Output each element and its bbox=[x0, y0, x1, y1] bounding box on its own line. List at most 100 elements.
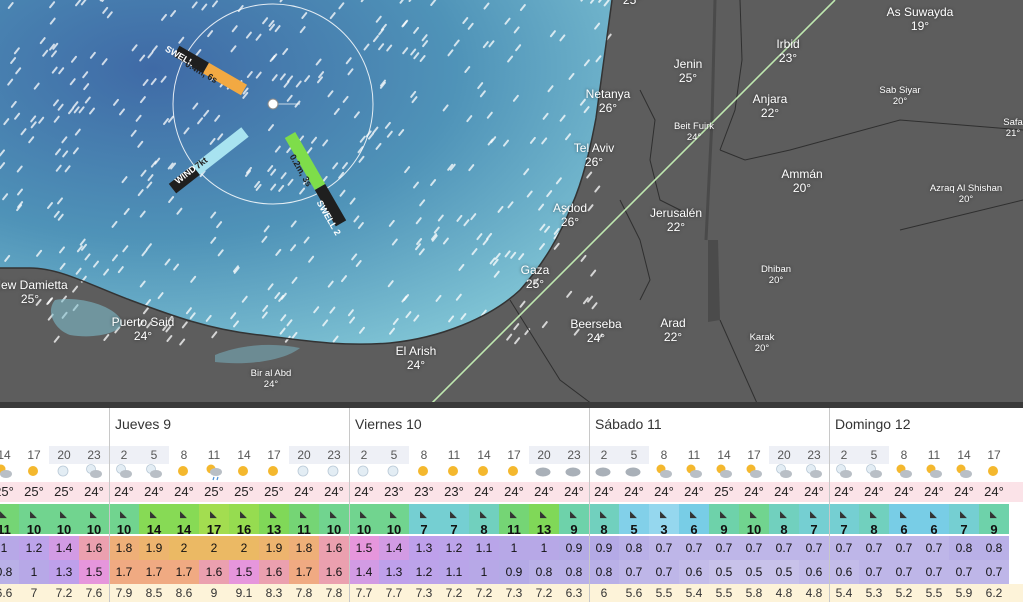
wind-speed: 9 bbox=[720, 522, 728, 537]
city-label[interactable]: Tel Aviv 26° bbox=[574, 141, 614, 170]
swell-height: 0.8 bbox=[535, 565, 553, 579]
period-cell: 6.2 bbox=[985, 586, 1003, 600]
wind-direction-icon: ◣ bbox=[390, 509, 397, 519]
city-label[interactable]: El Arish 24° bbox=[395, 344, 437, 373]
period-row: 6.6 7 7.2 7.6 7.9 8.5 8.6 9 9.1 8.3 7.8 7.8 7.7 7.7 7.… bbox=[0, 584, 1023, 602]
waves-cell: 0.8 bbox=[979, 536, 1009, 560]
swell-height: 0.7 bbox=[895, 565, 913, 579]
cloud-icon bbox=[535, 467, 551, 477]
city-label[interactable]: New Damietta25° bbox=[0, 278, 68, 307]
waves-cell: 1.5 bbox=[349, 536, 379, 560]
wind-speed: 11 bbox=[297, 522, 311, 537]
wave-height: 0.7 bbox=[835, 541, 853, 555]
waves-cell: 1.8 bbox=[289, 536, 319, 560]
city-label[interactable]: Gaza 25° bbox=[521, 263, 550, 292]
city-temperature: 24° bbox=[133, 328, 153, 343]
city-temperature: 20° bbox=[792, 180, 812, 195]
city-label[interactable]: Beerseba 24° bbox=[570, 317, 621, 346]
city-label[interactable]: Jerusalén 22° bbox=[649, 206, 703, 235]
swell-cell: 0.7 bbox=[649, 560, 679, 584]
city-temperature: 24° bbox=[586, 330, 606, 345]
period-cell: 5.8 bbox=[745, 586, 763, 600]
wind-cell: ◣610 bbox=[679, 504, 709, 549]
city-label[interactable]: Arad 22° bbox=[660, 316, 685, 345]
swell-height: 1.5 bbox=[235, 565, 253, 579]
city-temperature: 25° bbox=[525, 276, 545, 291]
wave-height: 0.8 bbox=[985, 541, 1003, 555]
city-name: Asdod bbox=[552, 201, 588, 215]
city-label[interactable]: Sab Siyar 20° bbox=[879, 85, 920, 108]
wind-cell: ◣1419 bbox=[169, 504, 199, 549]
city-temperature: 26° bbox=[598, 100, 618, 115]
swell-cell: 1.4 bbox=[349, 560, 379, 584]
temperature-cell: 24° bbox=[624, 484, 644, 499]
swell-height: 1.7 bbox=[295, 565, 313, 579]
city-name: Jerusalén bbox=[649, 206, 703, 220]
swell-cell: 0.7 bbox=[979, 560, 1009, 584]
city-label[interactable]: As Suwayda 19° bbox=[887, 5, 954, 34]
wave-height: 2 bbox=[210, 541, 218, 555]
wave-height: 1.4 bbox=[55, 541, 73, 555]
wave-height: 1.2 bbox=[25, 541, 43, 555]
sun-cloud-icon bbox=[0, 464, 12, 478]
wind-speed: 8 bbox=[480, 522, 488, 537]
swell-cell: 1.6 bbox=[259, 560, 289, 584]
swell-height: 1.6 bbox=[265, 565, 283, 579]
city-label[interactable]: Puerto Said 24° bbox=[112, 315, 175, 344]
city-label[interactable]: Jenin 25° bbox=[674, 57, 703, 86]
city-label[interactable]: Dhiban 20° bbox=[761, 264, 791, 287]
waves-cell: 1.6 bbox=[79, 536, 109, 560]
sun-icon bbox=[478, 466, 488, 476]
period-cell: 5.4 bbox=[685, 586, 703, 600]
wind-direction-icon: ◣ bbox=[30, 509, 37, 519]
wind-speed: 3 bbox=[660, 522, 668, 537]
city-temperature: 25° bbox=[622, 0, 642, 7]
city-temperature: 20° bbox=[768, 274, 784, 286]
temperature-cell: 24° bbox=[324, 484, 344, 499]
city-label[interactable]: 25° bbox=[623, 0, 641, 8]
temperature-cell: 23° bbox=[444, 484, 464, 499]
period-cell: 7.3 bbox=[505, 586, 523, 600]
city-label[interactable]: Netanya 26° bbox=[586, 87, 631, 116]
period-cell: 7.7 bbox=[385, 586, 403, 600]
period-cell: 5.4 bbox=[835, 586, 853, 600]
temperature-row: 25° 25° 25° 24° 24° 24° 24° 25° 25° 25° 24° 24° 24° 2… bbox=[0, 482, 1023, 502]
swell-cell: 0.7 bbox=[619, 560, 649, 584]
wind-direction-icon: ◣ bbox=[240, 509, 247, 519]
wind-direction-icon: ◣ bbox=[0, 509, 7, 519]
wave-height: 1 bbox=[540, 541, 548, 555]
wave-height: 1.4 bbox=[385, 541, 403, 555]
sun-icon bbox=[238, 466, 248, 476]
waves-cell: 1.6 bbox=[319, 536, 349, 560]
wave-height: 1.8 bbox=[115, 541, 133, 555]
city-temperature: 26° bbox=[560, 214, 580, 229]
city-label[interactable]: Safa 21° bbox=[1003, 117, 1023, 140]
city-label[interactable]: Beit Fuirk 24° bbox=[674, 121, 714, 144]
wind-cell: ◣1014 bbox=[379, 504, 409, 549]
city-label[interactable]: Ammán 20° bbox=[781, 167, 822, 196]
city-name: El Arish bbox=[395, 344, 437, 358]
temperature-cell: 24° bbox=[534, 484, 554, 499]
city-label[interactable]: Azraq Al Shishan 20° bbox=[930, 183, 1002, 206]
temperature-cell: 24° bbox=[144, 484, 164, 499]
weather-map[interactable]: SWELL 0.4m, 6s WIND 7kt 0.2m, 3s SWELL 2… bbox=[0, 0, 1023, 410]
moon-icon bbox=[327, 465, 339, 477]
period-cell: 8.3 bbox=[265, 586, 283, 600]
wind-cell: ◣815 bbox=[769, 504, 799, 549]
city-label[interactable]: Anjara 22° bbox=[753, 92, 788, 121]
city-label[interactable]: Irbid 23° bbox=[776, 37, 799, 66]
city-label[interactable]: Karak 20° bbox=[750, 332, 775, 355]
wind-cell: ◣1115 bbox=[0, 504, 19, 549]
wind-cell: ◣1318 bbox=[529, 504, 559, 549]
swell-height: 0.8 bbox=[565, 565, 583, 579]
city-label[interactable]: Asdod 26° bbox=[552, 201, 588, 230]
city-temperature: 24° bbox=[263, 378, 279, 390]
swell-cell: 0.6 bbox=[799, 560, 829, 584]
wind-speed: 13 bbox=[536, 522, 552, 537]
temperature-cell: 25° bbox=[264, 484, 284, 499]
period-cell: 6 bbox=[600, 586, 608, 600]
city-label[interactable]: Bir al Abd 24° bbox=[251, 368, 292, 391]
period-cell: 6.6 bbox=[0, 586, 13, 600]
temperature-cell: 24° bbox=[654, 484, 674, 499]
swell-cell: 1.7 bbox=[109, 560, 139, 584]
